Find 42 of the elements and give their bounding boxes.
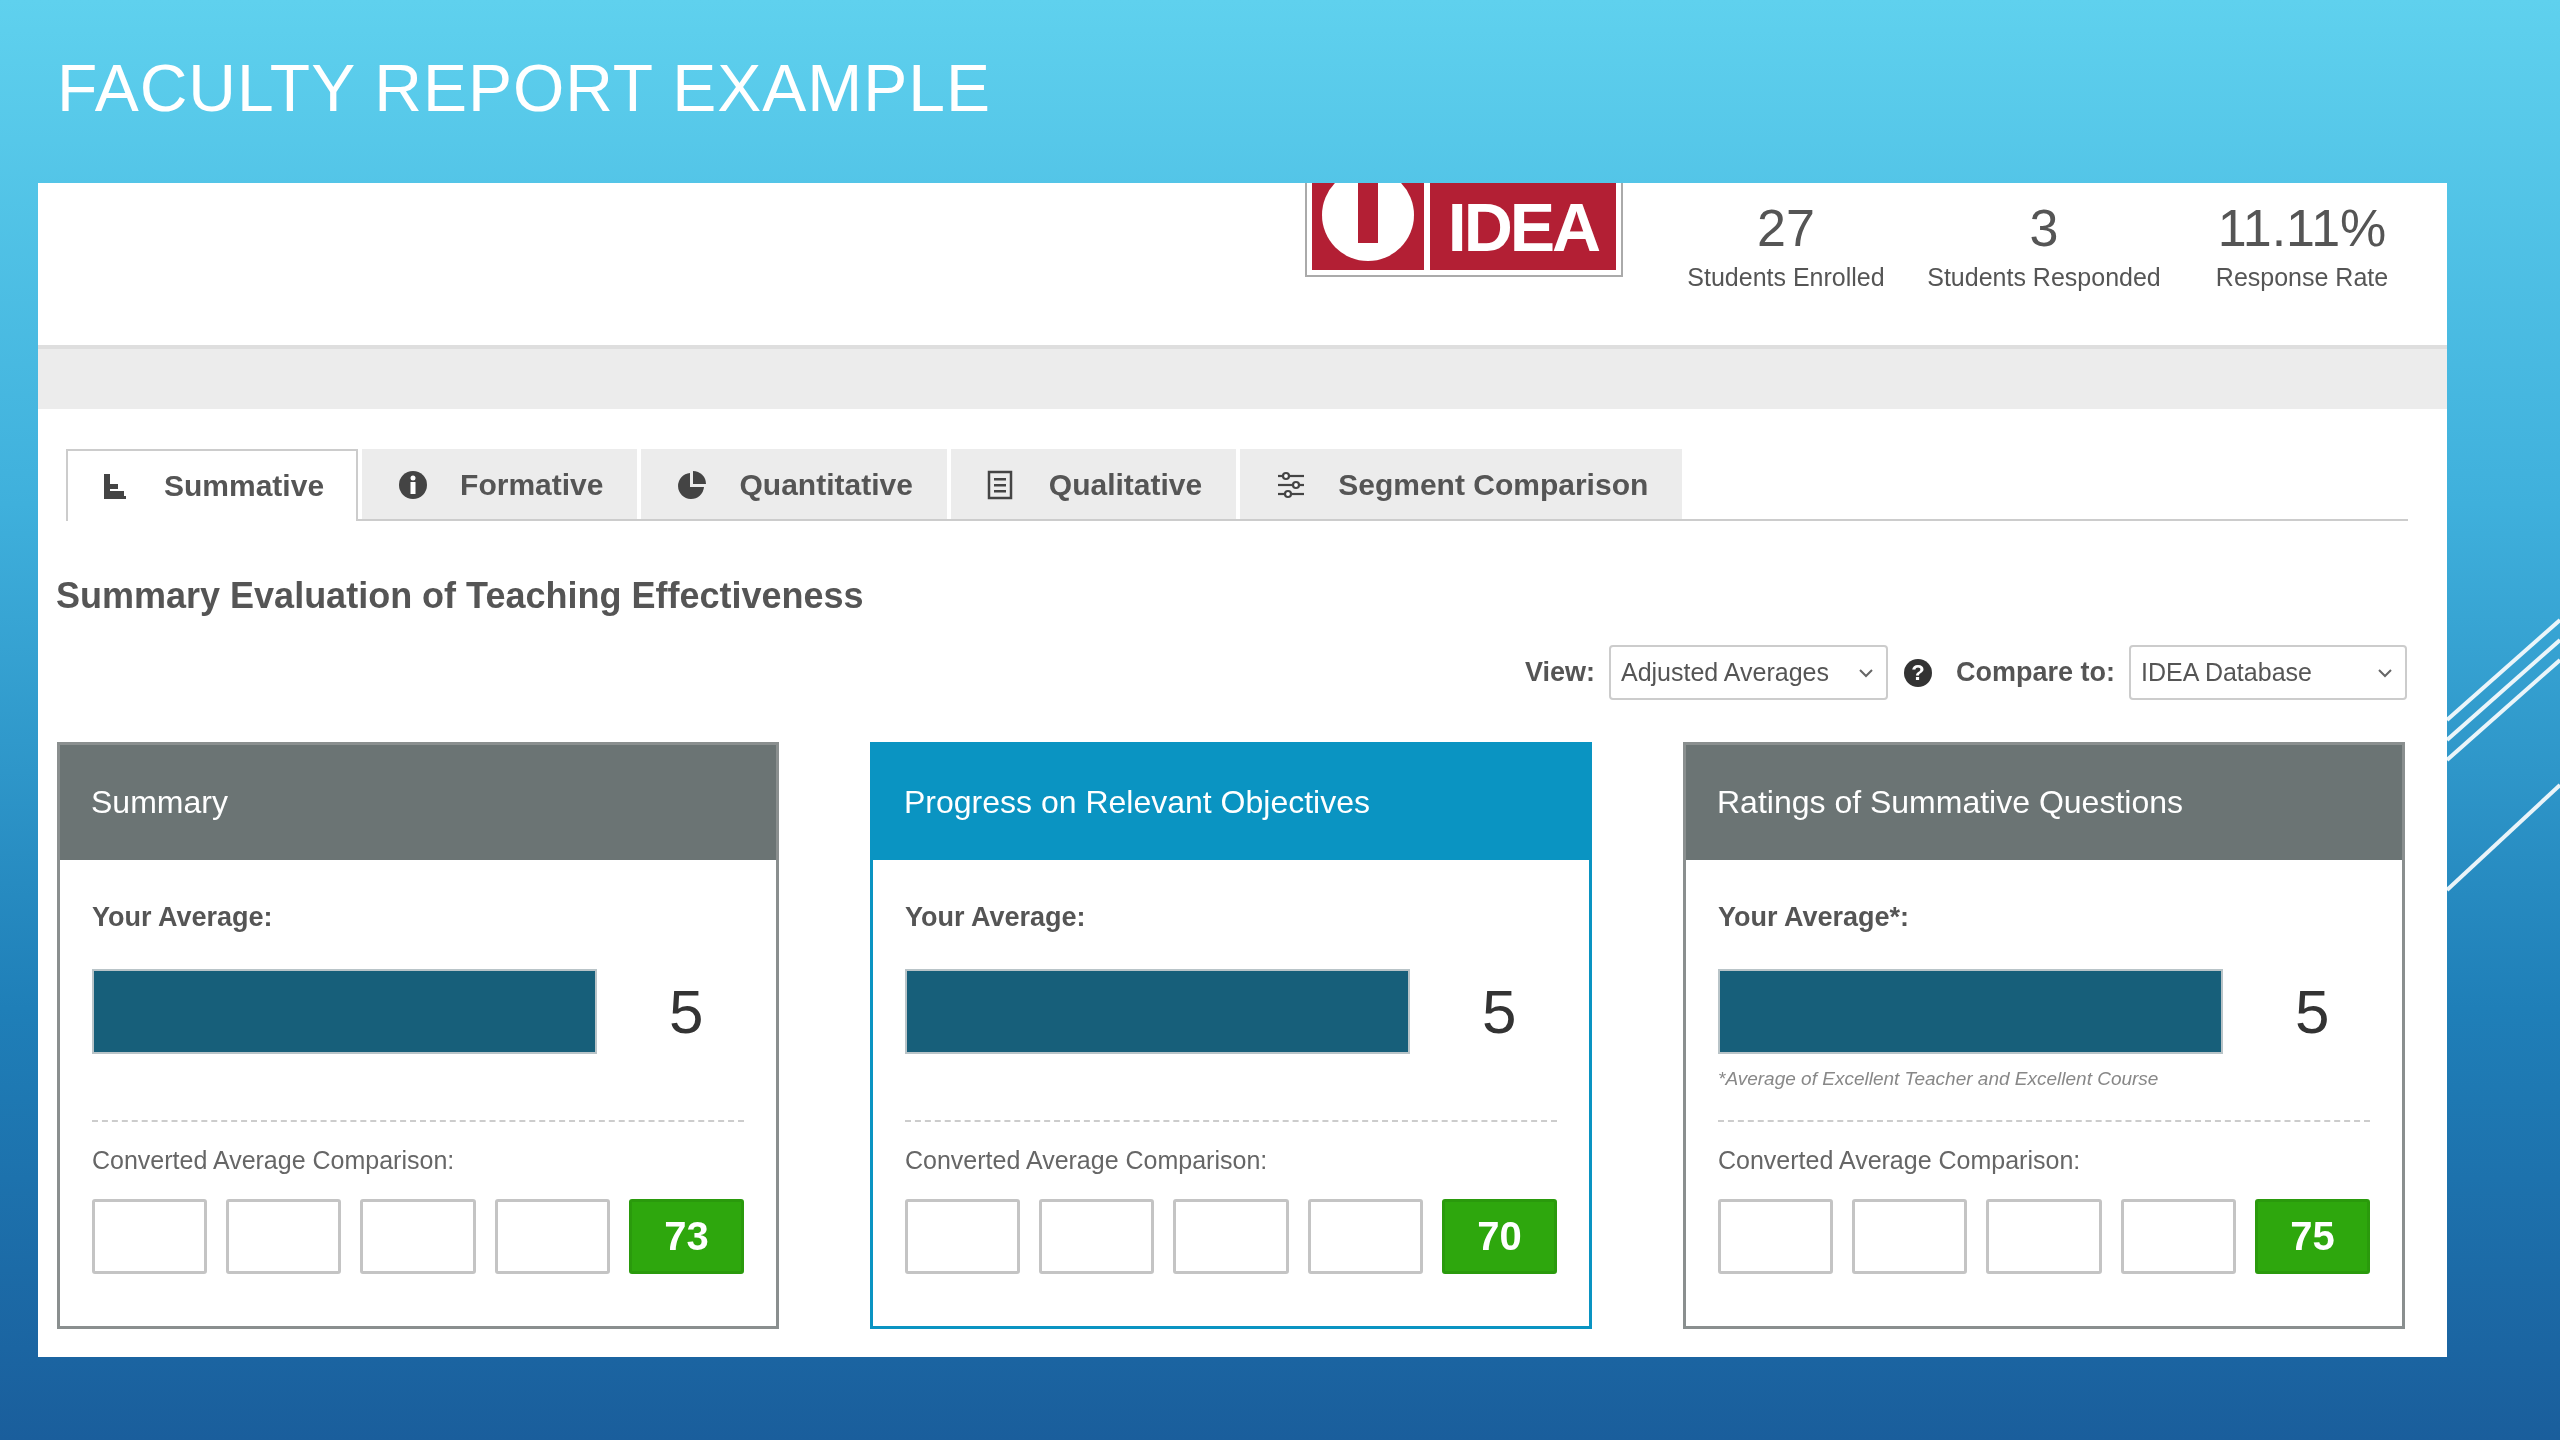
comparison-label: Converted Average Comparison: [905, 1146, 1269, 1175]
field-label: Compare to: [1956, 657, 2115, 688]
stat-label: Students Enrolled [1687, 263, 1885, 292]
score-box: 70 [1441, 1199, 1557, 1274]
stat-label: Response Rate [2215, 263, 2389, 292]
average-label: Your Average*: [1718, 902, 1911, 933]
tab[interactable]: Qualitative [950, 449, 1237, 519]
stat-label: Students Responded [1927, 263, 2161, 292]
info-icon [398, 470, 429, 500]
tab[interactable]: Summative [66, 449, 359, 521]
average-score: 5 [1482, 976, 1517, 1047]
average-score: 5 [669, 976, 704, 1047]
average-label: Your Average: [905, 902, 1087, 933]
card-title: Progress on Relevant Objectives [873, 745, 1589, 860]
pie-chart-icon [677, 470, 708, 500]
slide-title: FACULTY REPORT EXAMPLE [57, 49, 992, 126]
stat-value: 11.11% [2217, 198, 2387, 259]
dropdown[interactable]: IDEA Database [2129, 645, 2407, 700]
chevron-down-icon [2377, 667, 2393, 678]
bar-chart-icon [102, 472, 128, 500]
field-label: View: [1524, 657, 1595, 688]
stat-value: 27 [1757, 198, 1815, 259]
card-title: Summary [60, 745, 776, 860]
average-label: Your Average: [92, 902, 274, 933]
sliders-icon [1276, 471, 1307, 499]
logo: IDEA [1305, 183, 1623, 277]
footnote: *Average of Excellent Teacher and Excellent Course [1718, 1068, 2160, 1091]
section-title: Summary Evaluation of Teaching Effectiveness [56, 575, 865, 617]
tab[interactable]: Segment Comparison [1240, 449, 1683, 519]
dropdown[interactable]: Adjusted Averages [1609, 645, 1888, 700]
comparison-label: Converted Average Comparison: [1718, 1146, 2082, 1175]
average-score: 5 [2295, 976, 2330, 1047]
help-icon[interactable]: ? [1904, 658, 1932, 687]
chevron-down-icon [1858, 667, 1874, 678]
tab[interactable]: Quantitative [641, 449, 947, 519]
card-title: Ratings of Summative Questions [1686, 745, 2402, 860]
score-box: 73 [628, 1199, 744, 1274]
document-icon [986, 470, 1013, 500]
score-box: 75 [2254, 1199, 2370, 1274]
tab[interactable]: Formative [362, 449, 638, 519]
stat-value: 3 [2029, 198, 2059, 259]
comparison-label: Converted Average Comparison: [92, 1146, 456, 1175]
